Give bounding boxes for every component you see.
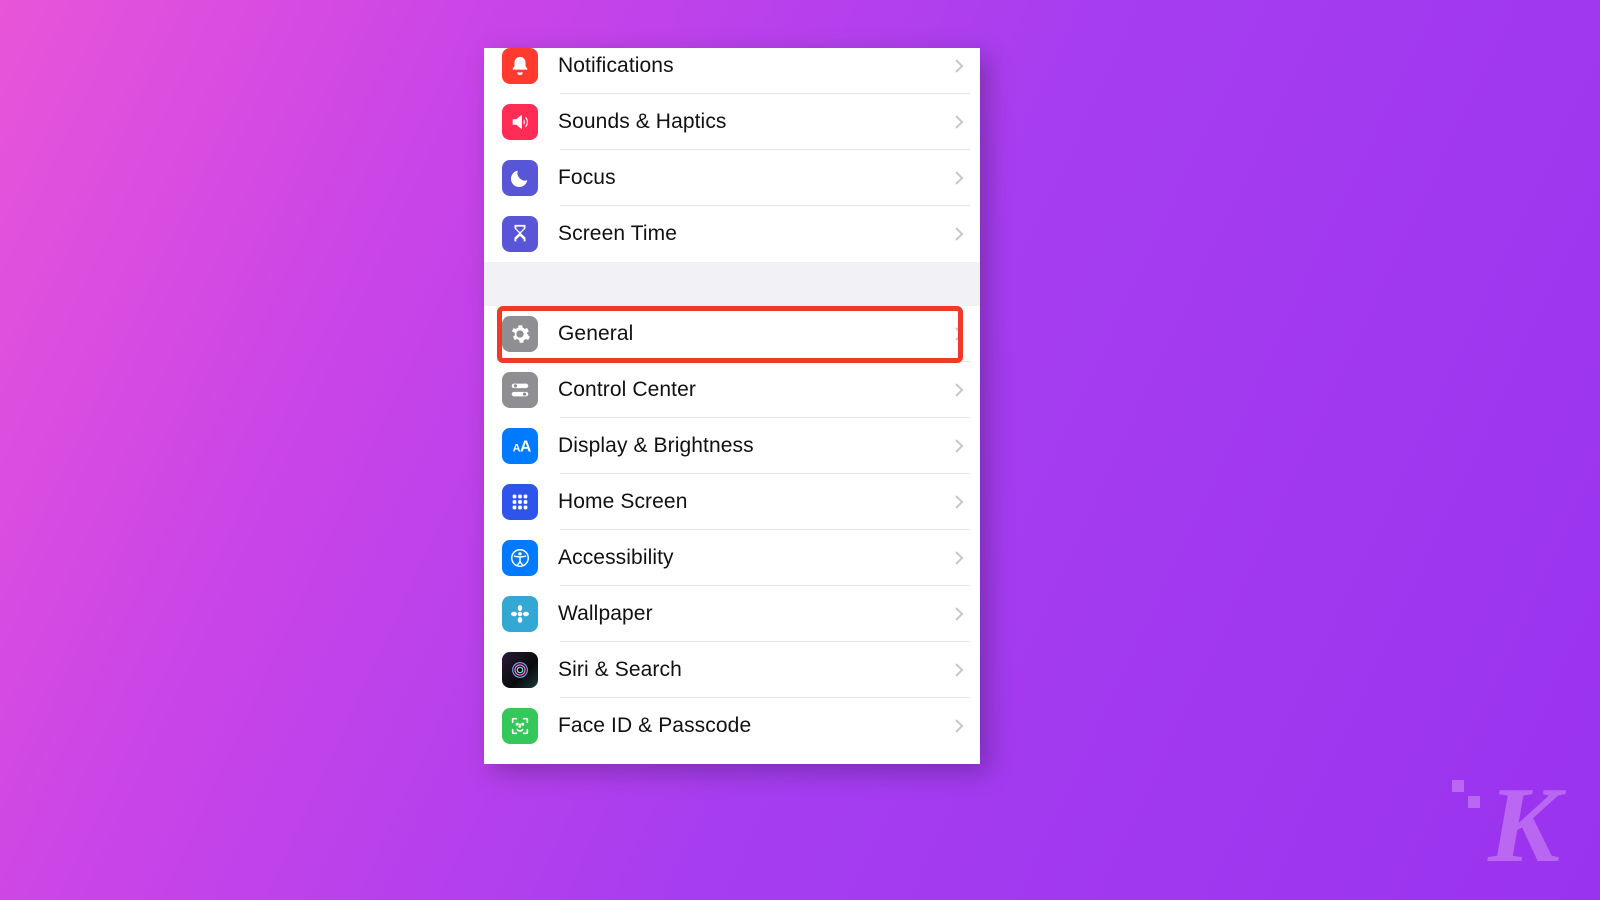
chevron-right-icon: [954, 550, 964, 566]
row-label: Home Screen: [558, 490, 954, 514]
chevron-right-icon: [954, 114, 964, 130]
settings-row-focus[interactable]: Focus: [484, 150, 980, 206]
chevron-right-icon: [954, 382, 964, 398]
siri-icon: [502, 652, 538, 688]
settings-panel: Notifications Sounds & Haptics Focus S: [484, 48, 980, 764]
chevron-right-icon: [954, 58, 964, 74]
chevron-right-icon: [954, 170, 964, 186]
settings-row-screen-time[interactable]: Screen Time: [484, 206, 980, 262]
chevron-right-icon: [954, 662, 964, 678]
text-size-icon: AA: [502, 428, 538, 464]
chevron-right-icon: [954, 606, 964, 622]
row-label: General: [558, 322, 954, 346]
row-label: Notifications: [558, 54, 954, 78]
row-label: Siri & Search: [558, 658, 954, 682]
gear-icon: [502, 316, 538, 352]
group-separator: [484, 262, 980, 306]
watermark-logo: K: [1430, 776, 1560, 866]
settings-row-notifications[interactable]: Notifications: [484, 48, 980, 94]
hourglass-icon: [502, 216, 538, 252]
settings-row-control-center[interactable]: Control Center: [484, 362, 980, 418]
bell-icon: [502, 48, 538, 84]
row-label: Control Center: [558, 378, 954, 402]
chevron-right-icon: [954, 438, 964, 454]
chevron-right-icon: [954, 494, 964, 510]
settings-row-general[interactable]: General: [484, 306, 980, 362]
flower-icon: [502, 596, 538, 632]
face-id-icon: [502, 708, 538, 744]
row-label: Wallpaper: [558, 602, 954, 626]
switches-icon: [502, 372, 538, 408]
row-label: Sounds & Haptics: [558, 110, 954, 134]
svg-text:A: A: [520, 439, 531, 456]
row-label: Display & Brightness: [558, 434, 954, 458]
settings-group-2: General Control Center AA Display & Brig…: [484, 306, 980, 754]
settings-row-home-screen[interactable]: Home Screen: [484, 474, 980, 530]
chevron-right-icon: [954, 226, 964, 242]
chevron-right-icon: [954, 718, 964, 734]
chevron-right-icon: [954, 326, 964, 342]
row-label: Face ID & Passcode: [558, 714, 954, 738]
watermark-letter: K: [1488, 772, 1560, 880]
grid-icon: [502, 484, 538, 520]
settings-row-sounds-haptics[interactable]: Sounds & Haptics: [484, 94, 980, 150]
settings-row-accessibility[interactable]: Accessibility: [484, 530, 980, 586]
settings-row-wallpaper[interactable]: Wallpaper: [484, 586, 980, 642]
speaker-icon: [502, 104, 538, 140]
settings-row-face-id[interactable]: Face ID & Passcode: [484, 698, 980, 754]
moon-icon: [502, 160, 538, 196]
settings-group-1: Notifications Sounds & Haptics Focus S: [484, 48, 980, 262]
row-label: Accessibility: [558, 546, 954, 570]
row-label: Screen Time: [558, 222, 954, 246]
row-label: Focus: [558, 166, 954, 190]
accessibility-icon: [502, 540, 538, 576]
settings-row-siri-search[interactable]: Siri & Search: [484, 642, 980, 698]
settings-row-display-brightness[interactable]: AA Display & Brightness: [484, 418, 980, 474]
